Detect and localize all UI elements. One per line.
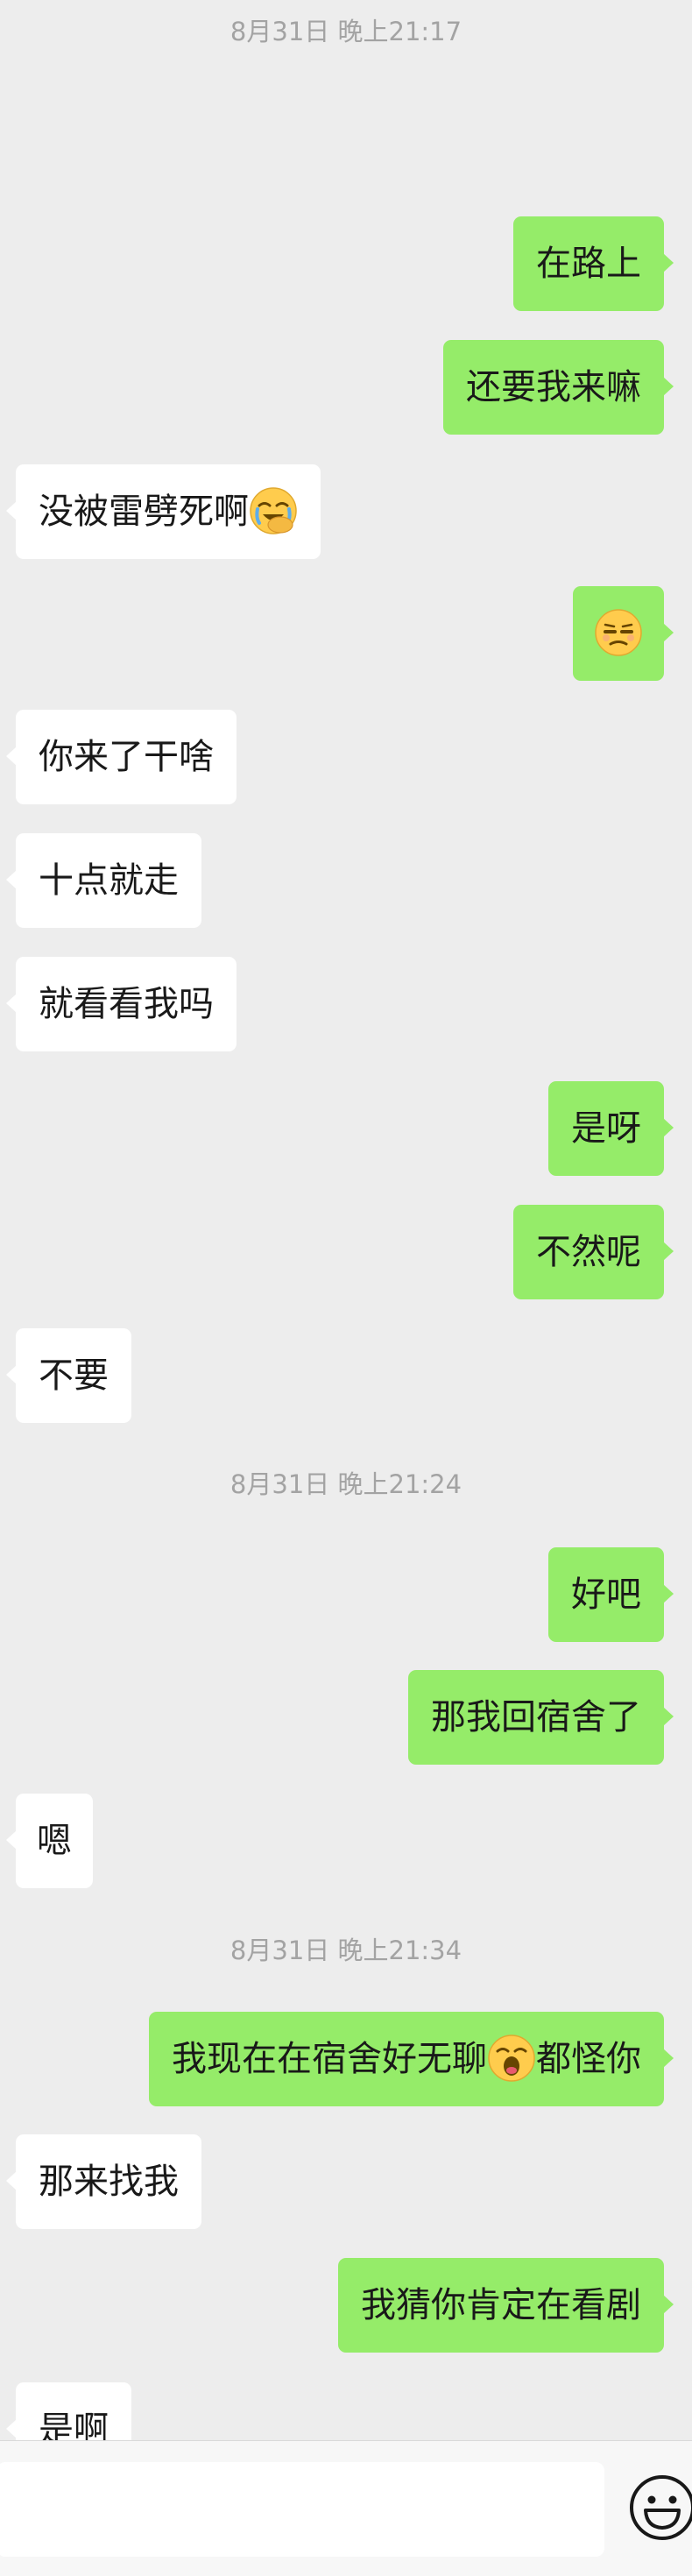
message-bubble-outgoing[interactable]: 我猜你肯定在看剧	[338, 2258, 674, 2353]
message-bubble-outgoing[interactable]: 我现在在宿舍好无聊 都怪你	[149, 2012, 674, 2106]
face-with-hand-over-mouth-laughing-emoji	[250, 487, 297, 534]
timestamp-divider: 8月31日 晚上21:17	[229, 17, 463, 46]
message-input[interactable]	[0, 2462, 604, 2557]
chat-history[interactable]: 8月31日 晚上21:17 在路上 还要我来嘛 没被雷劈死啊 你来了干啥 十点就…	[0, 0, 692, 2440]
message-bubble-incoming[interactable]: 那来找我	[6, 2134, 201, 2229]
message-bubble-incoming[interactable]: 十点就走	[6, 833, 201, 928]
unamused-face-emoji	[595, 609, 642, 656]
message-bubble-outgoing[interactable]	[573, 586, 674, 681]
smiley-face-icon[interactable]	[627, 2473, 692, 2543]
message-text: 都怪你	[536, 2039, 641, 2079]
message-bubble-incoming[interactable]: 不要	[6, 1328, 131, 1423]
message-bubble-outgoing[interactable]: 还要我来嘛	[443, 340, 674, 435]
message-bubble-outgoing[interactable]: 不然呢	[513, 1205, 674, 1299]
yawning-face-emoji	[488, 2035, 535, 2082]
input-bar	[0, 2440, 692, 2576]
message-text: 没被雷劈死啊	[39, 492, 249, 532]
message-bubble-incoming[interactable]: 是啊	[6, 2382, 131, 2440]
message-bubble-incoming[interactable]: 没被雷劈死啊	[6, 464, 321, 559]
message-bubble-outgoing[interactable]: 好吧	[548, 1547, 674, 1642]
message-bubble-outgoing[interactable]: 是呀	[548, 1081, 674, 1176]
message-bubble-incoming[interactable]: 嗯	[6, 1794, 93, 1888]
message-text: 我现在在宿舍好无聊	[172, 2039, 487, 2079]
timestamp-divider: 8月31日 晚上21:34	[229, 1936, 463, 1965]
message-bubble-outgoing[interactable]: 在路上	[513, 216, 674, 311]
message-bubble-incoming[interactable]: 你来了干啥	[6, 710, 237, 804]
timestamp-divider: 8月31日 晚上21:24	[229, 1469, 463, 1499]
message-bubble-incoming[interactable]: 就看看我吗	[6, 957, 237, 1051]
message-bubble-outgoing[interactable]: 那我回宿舍了	[408, 1670, 674, 1765]
